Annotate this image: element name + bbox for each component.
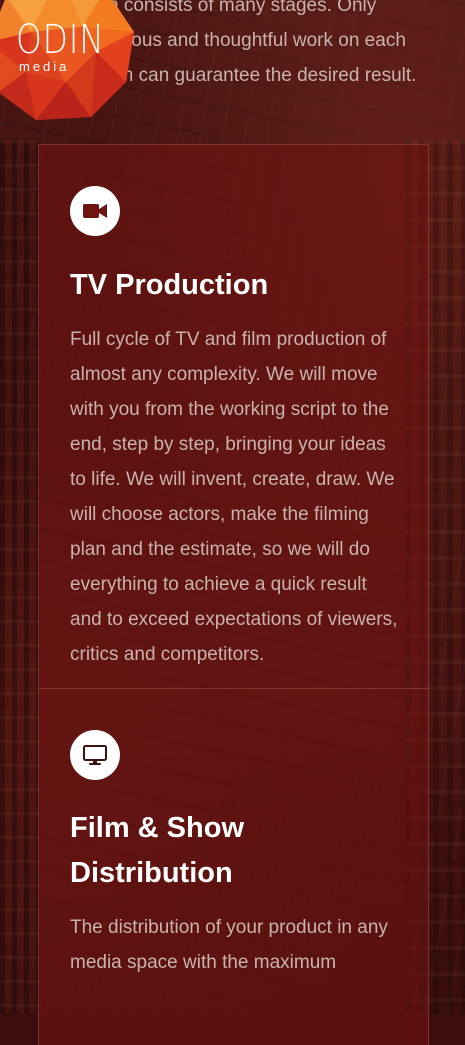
logo-wordmark: ODIN bbox=[16, 17, 105, 63]
background-console-left bbox=[0, 140, 40, 1013]
video-camera-icon bbox=[70, 186, 120, 236]
logo-subtitle: media bbox=[19, 59, 70, 74]
services-list: TV Production Full cycle of TV and film … bbox=[38, 144, 429, 1045]
service-card-tv-production: TV Production Full cycle of TV and film … bbox=[39, 145, 428, 688]
service-card-film-show-distribution: Film & Show Distribution The distributio… bbox=[39, 688, 428, 980]
monitor-icon bbox=[70, 730, 120, 780]
service-description: Full cycle of TV and film production of … bbox=[70, 329, 398, 665]
logo[interactable]: ODIN media bbox=[0, 0, 136, 122]
service-title: Film & Show Distribution bbox=[70, 812, 244, 889]
service-title: TV Production bbox=[70, 269, 269, 301]
service-description: The distribution of your product in any … bbox=[70, 917, 388, 973]
